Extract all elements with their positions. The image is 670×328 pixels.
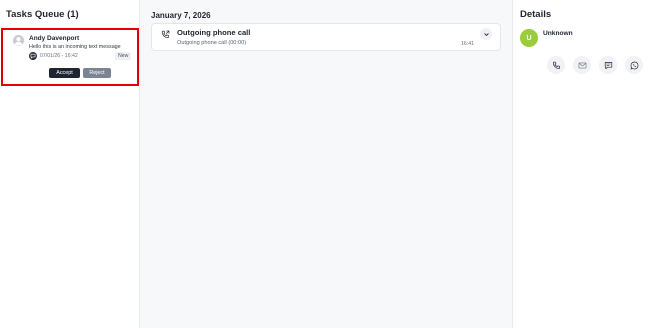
contact-name: Unknown (543, 30, 573, 37)
details-panel: Details U Unknown (513, 0, 670, 328)
email-button[interactable] (573, 56, 591, 74)
phone-outgoing-icon (161, 30, 170, 39)
email-icon (578, 62, 586, 68)
chevron-down-icon (483, 32, 489, 36)
activity-timeline: January 7, 2026 Outgoing phone call Outg… (140, 0, 513, 328)
chat-bubble-icon (29, 52, 37, 60)
timeline-entry[interactable]: Outgoing phone call Outgoing phone call … (151, 23, 501, 51)
timeline-date-header: January 7, 2026 (151, 11, 211, 20)
task-card[interactable]: Andy Davenport Hello this is an incoming… (1, 28, 139, 86)
expand-button[interactable] (480, 28, 492, 40)
call-title: Outgoing phone call (177, 28, 251, 37)
tasks-queue-title: Tasks Queue (1) (6, 9, 79, 20)
reject-button[interactable]: Reject (83, 68, 111, 78)
call-subtitle: Outgoing phone call (00:00) (177, 40, 246, 46)
accept-button[interactable]: Accept (49, 68, 80, 78)
message-button[interactable] (599, 56, 617, 74)
details-title: Details (520, 9, 552, 20)
contact-avatar: U (520, 29, 538, 47)
whatsapp-button[interactable] (625, 56, 643, 74)
status-badge: New (115, 52, 132, 60)
task-card-content: Andy Davenport Hello this is an incoming… (7, 32, 135, 80)
phone-icon (552, 61, 560, 69)
tasks-queue-panel: Tasks Queue (1) Andy Davenport Hello thi… (0, 0, 140, 328)
message-icon (604, 61, 612, 69)
user-avatar-icon (13, 35, 24, 46)
call-duration: (00:00) (228, 40, 247, 46)
task-message-preview: Hello this is an incoming text message (29, 44, 121, 50)
task-datetime: 07/01/26 - 16:42 (40, 53, 78, 59)
call-time: 16:41 (461, 41, 474, 47)
call-button[interactable] (547, 56, 565, 74)
call-subtitle-text: Outgoing phone call (177, 40, 227, 46)
whatsapp-icon (630, 61, 638, 69)
task-contact-name: Andy Davenport (29, 35, 80, 42)
